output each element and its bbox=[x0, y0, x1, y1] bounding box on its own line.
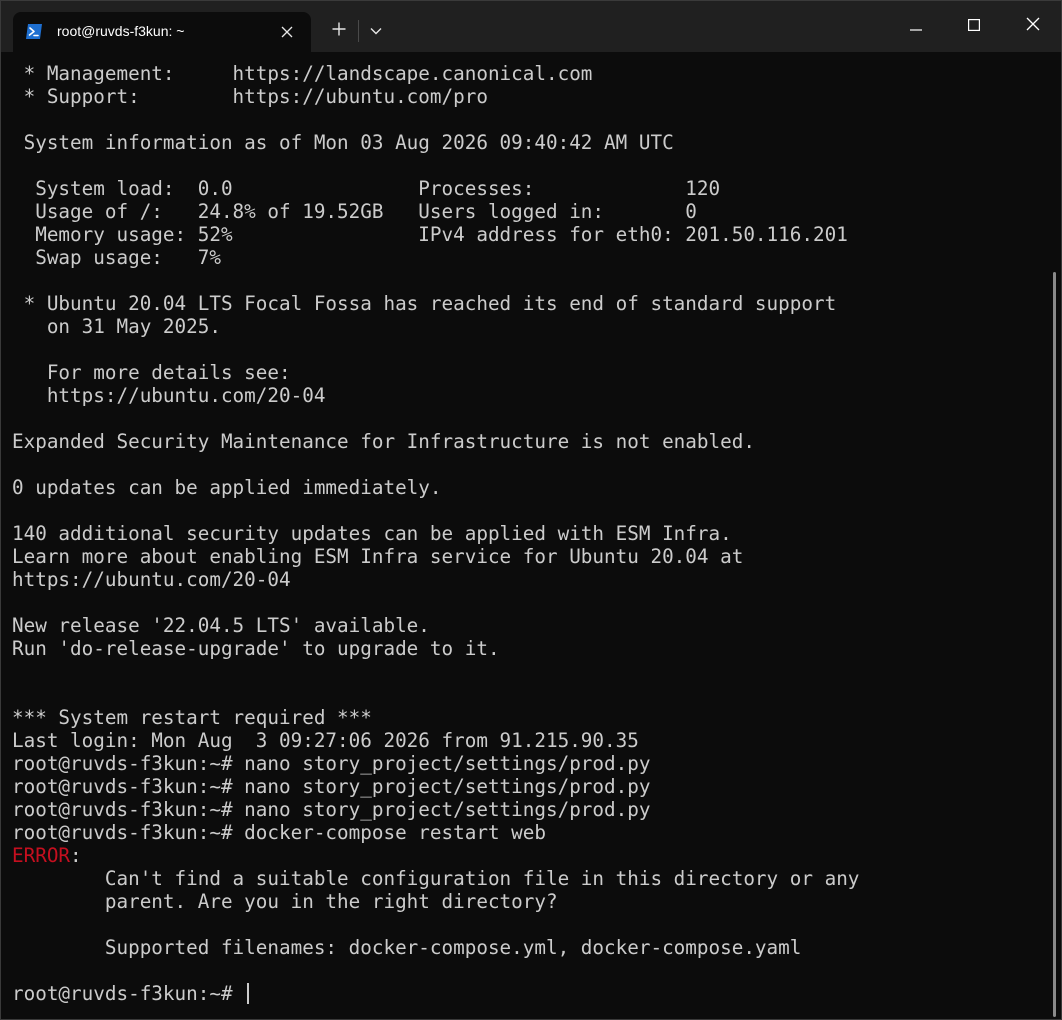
terminal-line: System information as of Mon 03 Aug 2026… bbox=[12, 131, 674, 154]
powershell-icon bbox=[25, 23, 43, 40]
terminal-line: *** System restart required *** bbox=[12, 706, 372, 729]
terminal-line: https://ubuntu.com/20-04 bbox=[12, 384, 326, 407]
terminal-line: root@ruvds-f3kun:~# nano story_project/s… bbox=[12, 775, 651, 798]
terminal-line: root@ruvds-f3kun:~# docker-compose resta… bbox=[12, 821, 546, 844]
terminal-line: * Ubuntu 20.04 LTS Focal Fossa has reach… bbox=[12, 292, 837, 315]
terminal-line: * Management: https://landscape.canonica… bbox=[12, 62, 593, 85]
terminal-line: * Support: https://ubuntu.com/pro bbox=[12, 85, 488, 108]
terminal-output[interactable]: * Management: https://landscape.canonica… bbox=[12, 62, 1042, 1012]
terminal-line: Usage of /: 24.8% of 19.52GB Users logge… bbox=[12, 200, 697, 223]
close-window-button[interactable] bbox=[1004, 1, 1061, 52]
terminal-line: Learn more about enabling ESM Infra serv… bbox=[12, 545, 744, 568]
terminal-line: root@ruvds-f3kun:~# nano story_project/s… bbox=[12, 752, 651, 775]
error-detail-line bbox=[12, 959, 1042, 982]
terminal-line: Memory usage: 52% IPv4 address for eth0:… bbox=[12, 223, 848, 246]
text-cursor bbox=[247, 983, 250, 1004]
error-detail-line: Can't find a suitable configuration file… bbox=[12, 867, 860, 890]
shell-prompt: root@ruvds-f3kun:~# bbox=[12, 982, 245, 1005]
error-detail-line: parent. Are you in the right directory? bbox=[12, 890, 558, 913]
error-label: ERROR bbox=[12, 844, 71, 867]
terminal-window: root@ruvds-f3kun: ~ * Management: https:… bbox=[0, 0, 1062, 1020]
error-line: ERROR: bbox=[12, 844, 1042, 867]
tab-dropdown-button[interactable] bbox=[359, 13, 393, 49]
chevron-down-icon bbox=[370, 22, 382, 40]
tab-root-ruvds[interactable]: root@ruvds-f3kun: ~ bbox=[13, 12, 311, 52]
minimize-icon bbox=[910, 18, 922, 36]
title-bar: root@ruvds-f3kun: ~ bbox=[1, 1, 1061, 52]
tab-title: root@ruvds-f3kun: ~ bbox=[57, 23, 185, 39]
close-tab-icon[interactable] bbox=[277, 22, 297, 42]
prompt-line[interactable]: root@ruvds-f3kun:~# bbox=[12, 982, 1042, 1005]
plus-icon bbox=[332, 22, 346, 41]
terminal-line: 140 additional security updates can be a… bbox=[12, 522, 732, 545]
error-detail-line bbox=[12, 913, 1042, 936]
terminal-line: New release '22.04.5 LTS' available. bbox=[12, 614, 430, 637]
error-detail-line: Supported filenames: docker-compose.yml,… bbox=[12, 936, 802, 959]
error-colon: : bbox=[70, 844, 82, 867]
terminal-line: root@ruvds-f3kun:~# nano story_project/s… bbox=[12, 798, 651, 821]
terminal-line: Run 'do-release-upgrade' to upgrade to i… bbox=[12, 637, 500, 660]
terminal-line: Last login: Mon Aug 3 09:27:06 2026 from… bbox=[12, 729, 639, 752]
maximize-icon bbox=[968, 18, 981, 36]
scrollbar[interactable] bbox=[1053, 272, 1056, 1017]
maximize-button[interactable] bbox=[945, 1, 1003, 52]
terminal-line: For more details see: bbox=[12, 361, 291, 384]
terminal-line: System load: 0.0 Processes: 120 bbox=[12, 177, 721, 200]
minimize-button[interactable] bbox=[887, 1, 945, 52]
terminal-line: https://ubuntu.com/20-04 bbox=[12, 568, 291, 591]
new-tab-button[interactable] bbox=[321, 13, 357, 49]
terminal-line: 0 updates can be applied immediately. bbox=[12, 476, 442, 499]
terminal-line: Swap usage: 7% bbox=[12, 246, 221, 269]
terminal-line: on 31 May 2025. bbox=[12, 315, 221, 338]
close-icon bbox=[1026, 17, 1040, 36]
terminal-line: Expanded Security Maintenance for Infras… bbox=[12, 430, 755, 453]
